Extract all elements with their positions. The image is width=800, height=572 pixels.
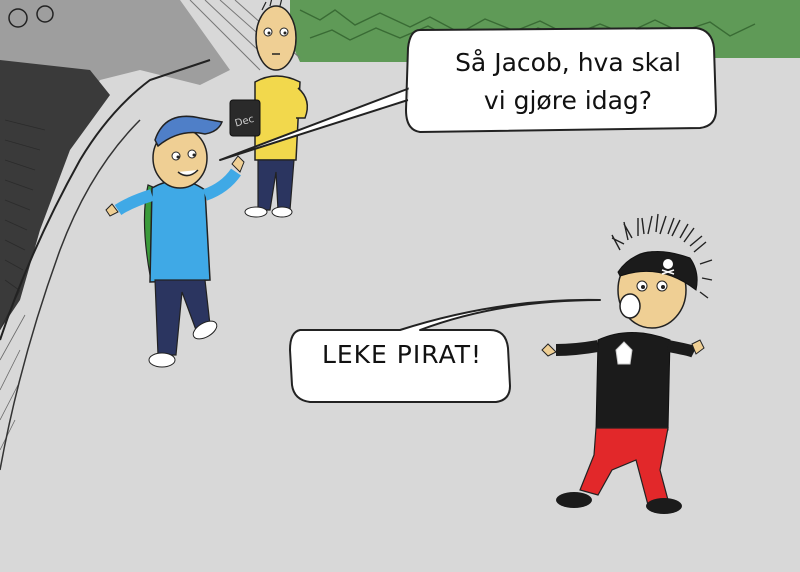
speech-text-top: Så Jacob, hva skal vi gjøre idag? <box>455 48 681 115</box>
yellow-kid-head <box>255 5 297 71</box>
pirate-kid-shirt <box>595 332 671 431</box>
blue-kid-shirt <box>149 179 211 283</box>
speech-text-bottom: LEKE PIRAT! <box>321 340 483 369</box>
